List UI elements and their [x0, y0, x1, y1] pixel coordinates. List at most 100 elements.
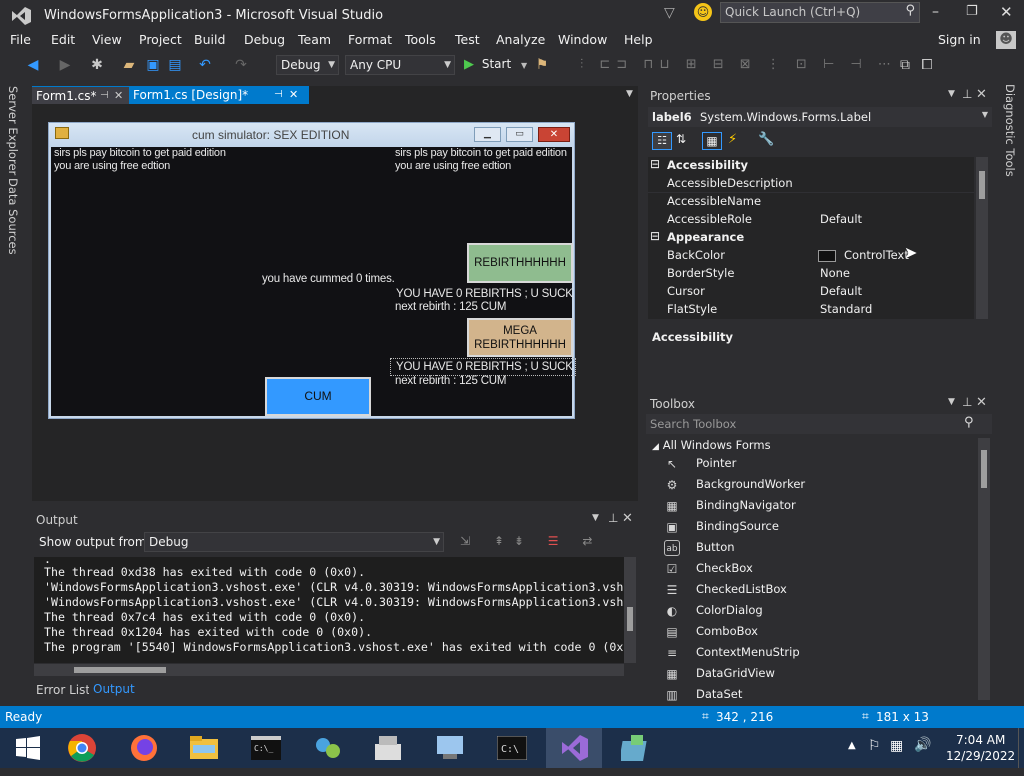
menu-debug[interactable]: Debug: [244, 32, 285, 47]
pin-icon[interactable]: ⊣: [274, 86, 283, 104]
navigate-forward-icon[interactable]: ▶: [56, 56, 74, 74]
property-row[interactable]: BackColor ControlText: [648, 247, 974, 265]
alphabetical-view-icon[interactable]: ⇅: [676, 132, 686, 146]
account-avatar-icon[interactable]: ☻: [996, 31, 1016, 49]
menu-tools[interactable]: Tools: [405, 32, 436, 47]
save-icon[interactable]: ▣: [144, 56, 162, 74]
toolbox-item[interactable]: ▥ DataSet: [646, 687, 976, 707]
diagnostic-tools-tab[interactable]: Diagnostic Tools: [1003, 84, 1017, 177]
toolbox-pin-icon[interactable]: ⊥: [962, 395, 972, 409]
property-row[interactable]: Cursor Default: [648, 283, 974, 301]
sign-in-link[interactable]: Sign in: [938, 32, 981, 47]
start-debugging-button[interactable]: ▶ Start ▼: [464, 57, 527, 75]
property-value[interactable]: None: [820, 266, 850, 280]
properties-view-icon[interactable]: ▦: [702, 132, 722, 150]
open-file-icon[interactable]: ▰: [120, 56, 138, 74]
solution-configuration-select[interactable]: Debug ▼: [276, 55, 339, 75]
toolbox-item[interactable]: ▣ BindingSource: [646, 519, 976, 539]
network-icon[interactable]: ▦: [890, 738, 903, 754]
file-explorer-icon[interactable]: [176, 728, 232, 768]
show-hidden-icons[interactable]: ▲: [848, 740, 856, 751]
toolbox-item[interactable]: ☑ CheckBox: [646, 561, 976, 581]
save-all-icon[interactable]: ▤: [166, 56, 184, 74]
output-close-icon[interactable]: ✕: [622, 511, 633, 526]
network-app-icon[interactable]: [300, 728, 356, 768]
command-prompt-2-icon[interactable]: C:\: [484, 728, 540, 768]
output-pane-options-icon[interactable]: ▼: [592, 513, 599, 523]
clock-time[interactable]: 7:04 AM: [956, 733, 1005, 747]
data-sources-tab[interactable]: Data Sources: [6, 178, 20, 255]
menu-test[interactable]: Test: [455, 32, 480, 47]
menu-build[interactable]: Build: [194, 32, 225, 47]
server-explorer-tab[interactable]: Server Explorer: [6, 86, 20, 175]
menu-format[interactable]: Format: [348, 32, 392, 47]
menu-edit[interactable]: Edit: [51, 32, 75, 47]
toolbox-item[interactable]: ☰ CheckedListBox: [646, 582, 976, 602]
send-to-back-icon[interactable]: ⧠: [918, 56, 936, 74]
new-project-icon[interactable]: ✱: [88, 56, 106, 74]
volume-icon[interactable]: 🔊: [914, 737, 931, 753]
property-value[interactable]: Default: [820, 284, 862, 298]
properties-close-icon[interactable]: ✕: [976, 87, 987, 102]
toolbox-close-icon[interactable]: ✕: [976, 395, 987, 410]
property-row[interactable]: AccessibleName: [648, 193, 974, 211]
property-pages-icon[interactable]: 🔧: [758, 132, 774, 147]
toolbox-item[interactable]: ▤ ComboBox: [646, 624, 976, 644]
rebirth-button[interactable]: REBIRTHHHHHH: [467, 243, 573, 283]
toolbox-options-icon[interactable]: ▼: [948, 397, 955, 407]
visual-studio-taskbar-icon[interactable]: [546, 728, 602, 768]
collapse-icon[interactable]: ⊟: [650, 157, 660, 171]
scroll-thumb[interactable]: [981, 450, 987, 488]
cash-register-icon[interactable]: [360, 728, 416, 768]
tab-overflow-icon[interactable]: ▼: [626, 89, 633, 99]
scroll-thumb[interactable]: [979, 171, 985, 199]
maximize-button[interactable]: ❐: [966, 4, 978, 19]
menu-window[interactable]: Window: [558, 32, 607, 47]
scroll-thumb[interactable]: [627, 607, 633, 631]
tab-form1-designer[interactable]: Form1.cs [Design]* ⊣ ✕: [129, 86, 309, 104]
redo-icon[interactable]: ↷: [232, 56, 250, 74]
property-row[interactable]: AccessibleRole Default: [648, 211, 974, 229]
flag-icon[interactable]: ⚐: [868, 738, 881, 754]
scroll-thumb[interactable]: [74, 667, 166, 673]
toolbox-item[interactable]: ⚙ BackgroundWorker: [646, 477, 976, 497]
chrome-icon[interactable]: [54, 728, 110, 768]
pin-icon[interactable]: ⊣: [100, 87, 109, 105]
menu-analyze[interactable]: Analyze: [496, 32, 545, 47]
property-row[interactable]: AccessibleDescription: [648, 175, 974, 193]
show-desktop-button[interactable]: [1018, 728, 1024, 768]
collapse-icon[interactable]: ⊟: [650, 229, 660, 243]
form-maximize-button[interactable]: ▭: [506, 127, 533, 142]
property-grid-scrollbar[interactable]: [976, 157, 988, 319]
form-minimize-button[interactable]: ▁: [474, 127, 501, 142]
categorized-view-icon[interactable]: ☷: [652, 132, 672, 150]
output-pin-icon[interactable]: ⊥: [608, 511, 618, 525]
output-tab[interactable]: Output: [89, 680, 139, 700]
property-value[interactable]: Standard: [820, 302, 872, 316]
mega-rebirth-button[interactable]: MEGA REBIRTHHHHHH: [467, 318, 573, 357]
properties-options-icon[interactable]: ▼: [948, 89, 955, 99]
toolbox-search-input[interactable]: Search Toolbox ⚲: [646, 414, 992, 434]
firefox-icon[interactable]: [116, 728, 172, 768]
properties-pin-icon[interactable]: ⊥: [962, 87, 972, 101]
windows-start-icon[interactable]: [0, 728, 56, 768]
toolbox-item[interactable]: ◐ ColorDialog: [646, 603, 976, 623]
close-icon[interactable]: ✕: [114, 87, 123, 105]
output-vertical-scrollbar[interactable]: [624, 557, 636, 663]
property-value[interactable]: ControlText: [844, 248, 909, 262]
undo-icon[interactable]: ↶: [196, 56, 214, 74]
menu-project[interactable]: Project: [139, 32, 182, 47]
puzzle-app-icon[interactable]: [608, 728, 664, 768]
close-button[interactable]: ✕: [1000, 3, 1013, 21]
property-category[interactable]: ⊟ Appearance: [648, 229, 974, 247]
cum-button[interactable]: CUM: [265, 377, 371, 416]
clock-date[interactable]: 12/29/2022: [946, 749, 1015, 763]
minimize-button[interactable]: –: [932, 4, 939, 20]
form-preview[interactable]: cum simulator: SEX EDITION ▁ ▭ ✕ sirs pl…: [48, 122, 576, 419]
menu-view[interactable]: View: [92, 32, 122, 47]
toolbox-group-header[interactable]: ◢ All Windows Forms: [652, 438, 771, 452]
menu-file[interactable]: File: [10, 32, 31, 47]
tab-form1-cs[interactable]: Form1.cs* ⊣ ✕: [32, 86, 129, 104]
solution-platform-select[interactable]: Any CPU ▼: [345, 55, 455, 75]
toolbox-item[interactable]: ab Button: [646, 540, 976, 560]
